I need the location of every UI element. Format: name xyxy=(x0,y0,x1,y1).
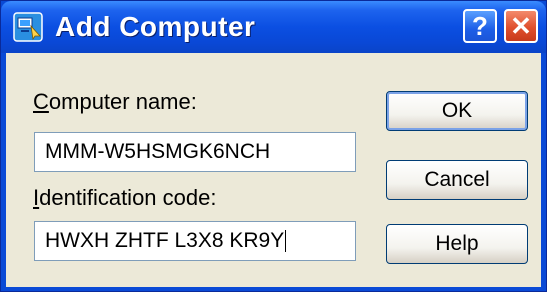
title-help-button[interactable]: ? xyxy=(463,9,497,43)
computer-name-label-text: omputer name: xyxy=(48,89,197,114)
identification-code-value: HWXH ZHTF L3X8 KR9Y xyxy=(45,229,285,252)
help-button[interactable]: Help xyxy=(386,224,528,264)
identification-code-label-text: dentification code: xyxy=(39,185,217,210)
dialog-title: Add Computer xyxy=(55,11,256,42)
ok-button[interactable]: OK xyxy=(386,91,528,131)
add-computer-dialog: Add Computer ? ✕ Computer name: MMM-W5HS… xyxy=(0,0,547,292)
identification-code-field[interactable]: HWXH ZHTF L3X8 KR9Y xyxy=(34,221,356,261)
computer-app-icon xyxy=(13,12,43,42)
identification-code-label: Identification code: xyxy=(33,185,216,211)
title-bar[interactable]: Add Computer ? ✕ xyxy=(1,1,546,53)
computer-name-value: MMM-W5HSMGK6NCH xyxy=(45,140,271,163)
cancel-button[interactable]: Cancel xyxy=(386,160,528,200)
computer-name-field[interactable]: MMM-W5HSMGK6NCH xyxy=(34,132,356,172)
text-cursor xyxy=(285,230,287,253)
dialog-client-area: Computer name: MMM-W5HSMGK6NCH Identific… xyxy=(6,53,541,287)
title-close-button[interactable]: ✕ xyxy=(504,9,538,43)
computer-name-mnemonic: C xyxy=(33,89,49,114)
computer-name-label: Computer name: xyxy=(33,89,197,115)
